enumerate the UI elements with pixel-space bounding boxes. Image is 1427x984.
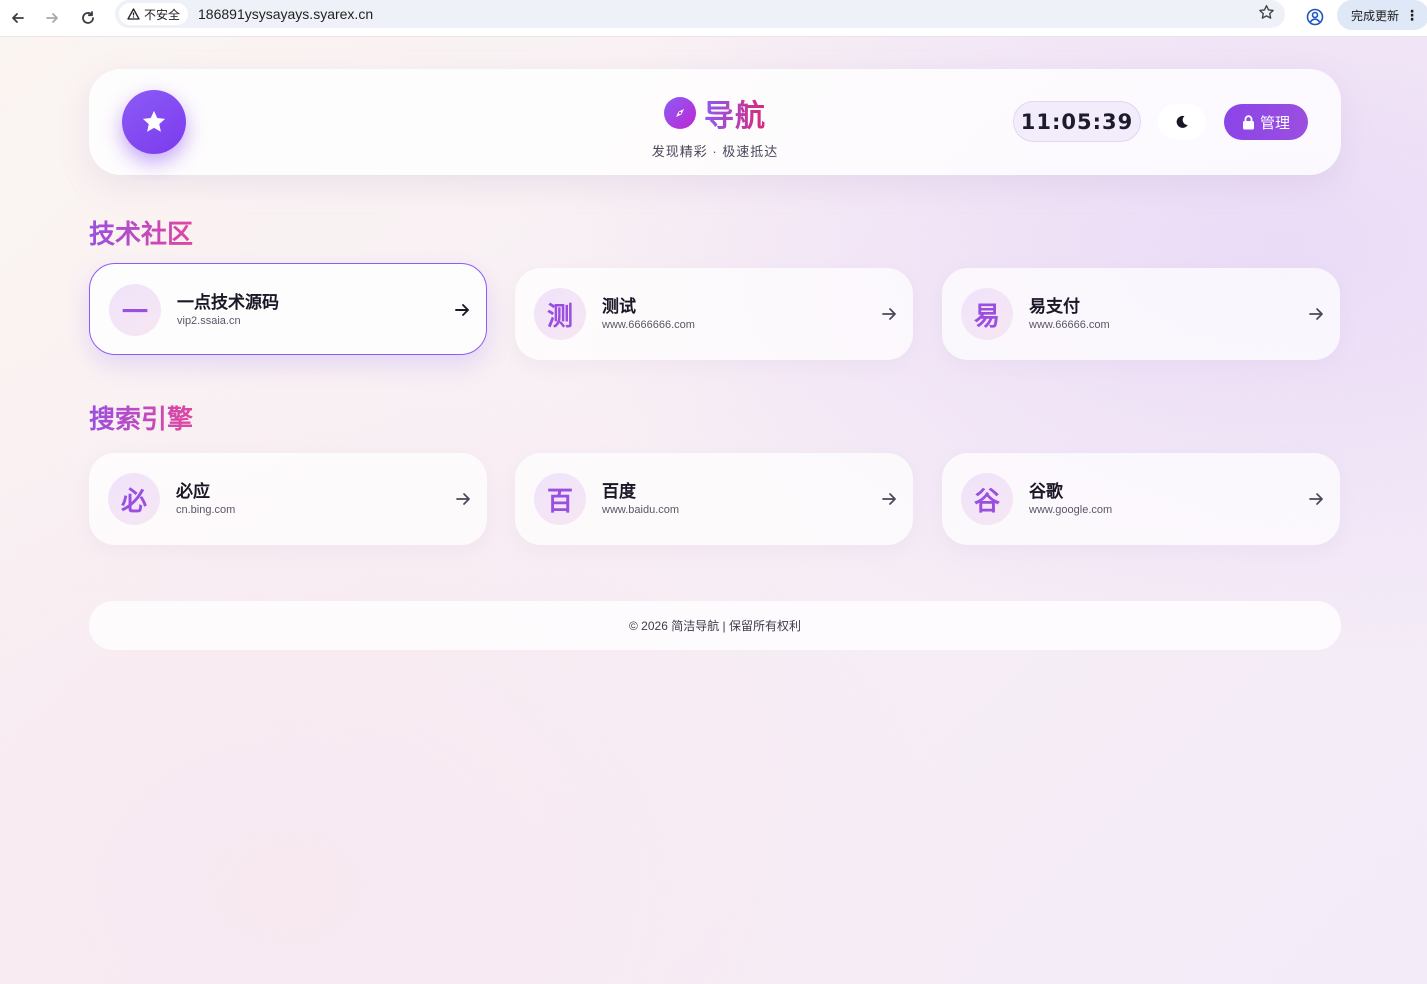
link-initial: 测 <box>534 288 586 340</box>
reload-button[interactable] <box>70 0 106 36</box>
lock-icon <box>1242 114 1254 129</box>
admin-label: 管理 <box>1259 114 1290 132</box>
section-title-search: 搜索引擎 <box>89 399 193 436</box>
profile-button[interactable] <box>1302 4 1328 30</box>
link-name: 一点技术源码 <box>177 293 279 312</box>
link-name: 测试 <box>602 297 636 316</box>
brand: 导航 发现精彩 · 极速抵达 <box>89 91 1341 160</box>
section-title-tech: 技术社区 <box>89 214 193 251</box>
link-name: 易支付 <box>1029 297 1080 316</box>
link-name: 谷歌 <box>1029 482 1063 501</box>
link-url: www.6666666.com <box>602 319 695 331</box>
footer: © 2026 简洁导航 | 保留所有权利 <box>89 601 1341 650</box>
link-initial: 易 <box>961 288 1013 340</box>
link-card[interactable]: 易 易支付 www.66666.com <box>942 268 1340 360</box>
reload-icon <box>82 11 94 24</box>
update-browser-button[interactable]: 完成更新 ⋮ <box>1337 0 1427 30</box>
arrow-right-icon <box>46 13 58 23</box>
footer-text: © 2026 简洁导航 | 保留所有权利 <box>629 619 801 633</box>
more-menu-icon[interactable]: ⋮ <box>1405 7 1419 24</box>
link-card[interactable]: 谷 谷歌 www.google.com <box>942 453 1340 545</box>
link-card[interactable]: 一 一点技术源码 vip2.ssaia.cn <box>89 263 487 355</box>
update-label: 完成更新 <box>1351 8 1400 23</box>
warning-icon <box>127 8 140 20</box>
url-text: 186891ysysayays.syarex.cn <box>198 6 374 22</box>
link-card[interactable]: 测 测试 www.6666666.com <box>515 268 913 360</box>
link-url: www.66666.com <box>1029 319 1110 331</box>
arrow-right-icon <box>455 304 469 316</box>
arrow-right-icon <box>456 493 470 505</box>
moon-icon <box>1176 115 1188 128</box>
bookmark-button[interactable] <box>1258 4 1275 26</box>
security-indicator[interactable]: 不安全 <box>119 3 189 25</box>
security-label: 不安全 <box>144 7 181 22</box>
browser-toolbar: 不安全 186891ysysayays.syarex.cn 完成更新 ⋮ <box>0 0 1427 37</box>
arrow-right-icon <box>882 308 896 320</box>
clock-display: 11:05:39 <box>1013 101 1141 142</box>
link-url: vip2.ssaia.cn <box>177 315 241 327</box>
site-title-text: 导航 <box>704 91 766 135</box>
link-initial: 谷 <box>961 473 1013 525</box>
theme-toggle-button[interactable] <box>1158 104 1206 140</box>
header-card: 导航 发现精彩 · 极速抵达 11:05:39 管理 <box>89 69 1341 175</box>
arrow-right-icon <box>882 493 896 505</box>
forward-button[interactable] <box>34 0 70 36</box>
link-url: www.google.com <box>1029 504 1113 516</box>
back-button[interactable] <box>0 0 36 36</box>
address-bar[interactable]: 不安全 186891ysysayays.syarex.cn <box>115 0 1285 28</box>
arrow-left-icon <box>12 13 24 23</box>
compass-icon <box>664 97 696 129</box>
link-name: 百度 <box>602 482 636 501</box>
link-url: www.baidu.com <box>602 504 680 516</box>
link-initial: 一 <box>109 284 161 336</box>
arrow-right-icon <box>1309 493 1323 505</box>
arrow-right-icon <box>1309 308 1323 320</box>
site-subtitle: 发现精彩 · 极速抵达 <box>651 144 779 159</box>
admin-button[interactable]: 管理 <box>1224 104 1308 140</box>
link-name: 必应 <box>176 482 210 501</box>
link-url: cn.bing.com <box>176 504 236 516</box>
site-title: 导航 <box>664 91 766 135</box>
link-card[interactable]: 必 必应 cn.bing.com <box>89 453 487 545</box>
account-icon <box>1306 8 1324 26</box>
star-outline-icon <box>1259 5 1274 19</box>
link-initial: 必 <box>108 473 160 525</box>
link-initial: 百 <box>534 473 586 525</box>
link-card[interactable]: 百 百度 www.baidu.com <box>515 453 913 545</box>
